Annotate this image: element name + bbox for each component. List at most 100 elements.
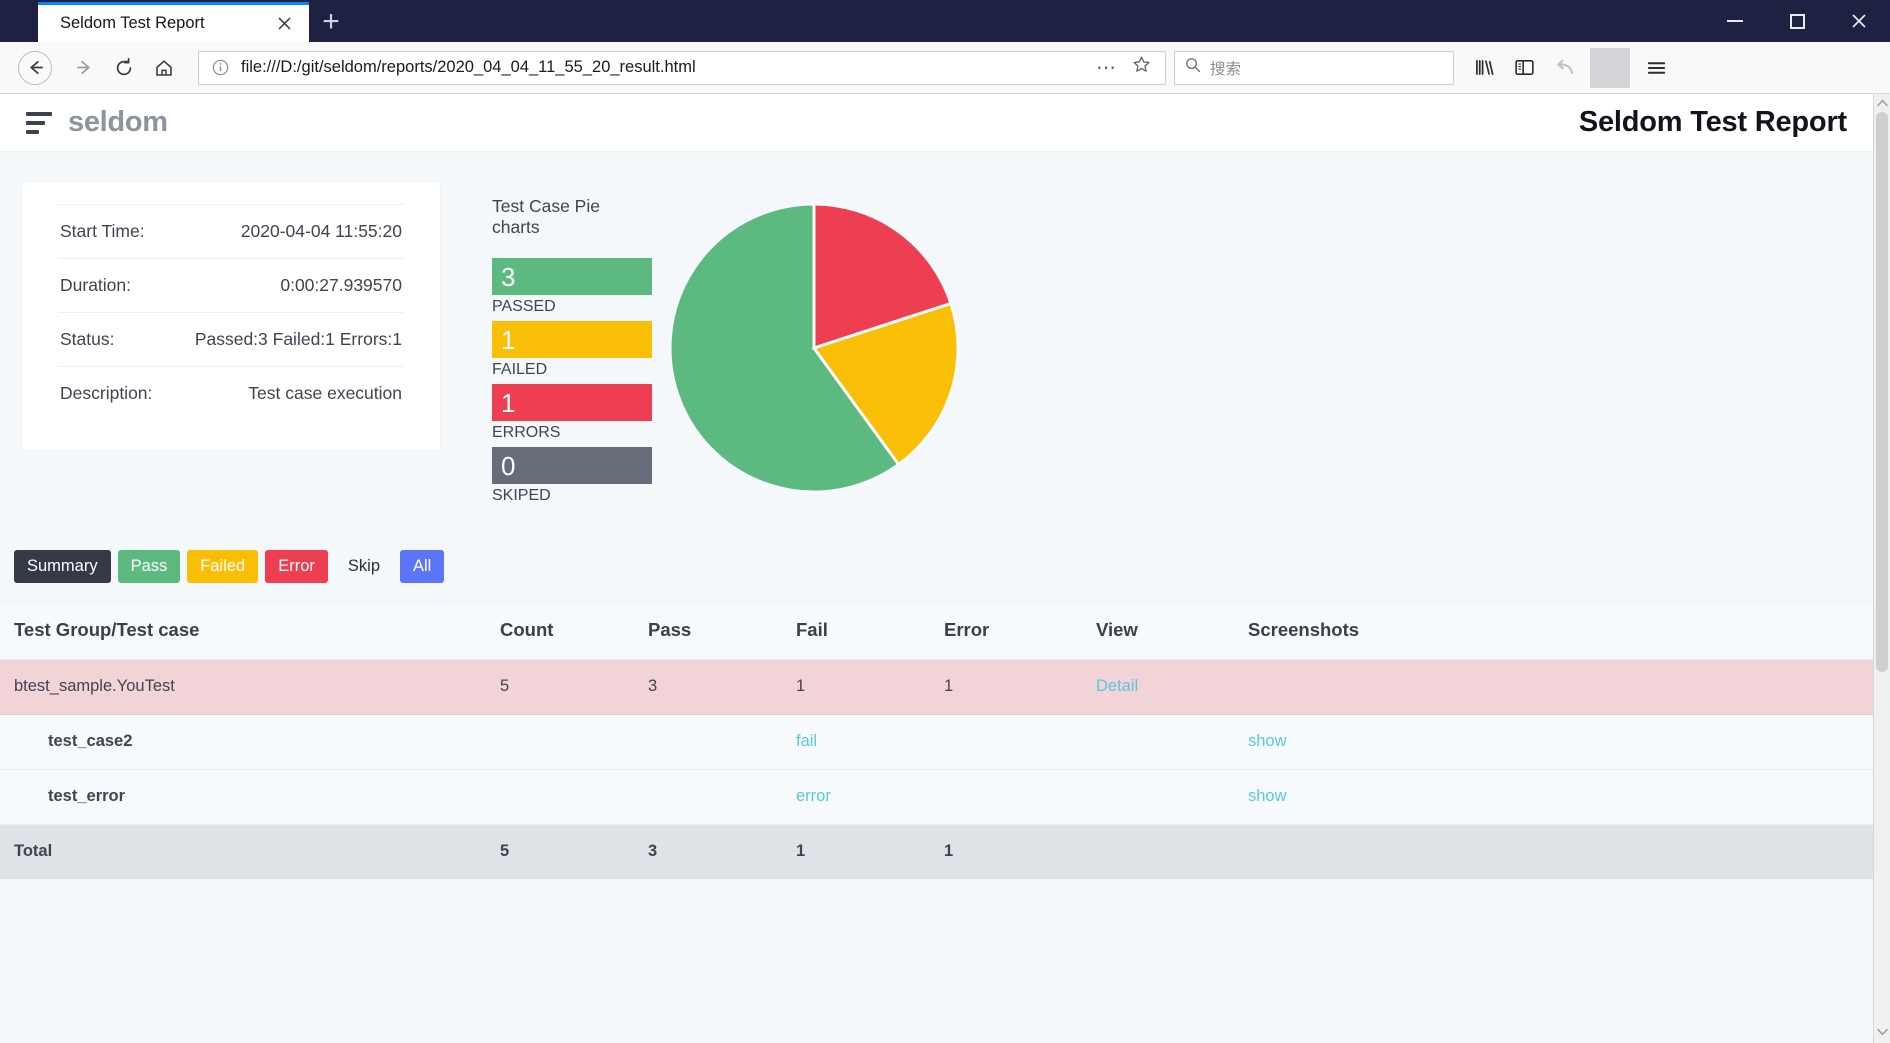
- scroll-down-arrow[interactable]: [1876, 1023, 1888, 1043]
- search-bar[interactable]: 搜索: [1174, 50, 1454, 85]
- brand[interactable]: seldom: [26, 106, 168, 139]
- stat-skiped-bar: 0: [492, 447, 652, 484]
- th-test-group[interactable]: Test Group/Test case: [0, 605, 500, 661]
- table-row[interactable]: test_case2 fail show: [0, 714, 1873, 771]
- new-tab-button[interactable]: +: [309, 2, 353, 42]
- close-window-button[interactable]: [1828, 0, 1890, 42]
- brand-name: seldom: [68, 106, 168, 138]
- cell-view: [1096, 714, 1248, 771]
- hamburger-menu-icon[interactable]: [1636, 48, 1676, 88]
- stat-errors-bar: 1: [492, 384, 652, 421]
- toolbar-divider: [1590, 47, 1630, 88]
- th-count[interactable]: Count: [500, 605, 648, 661]
- cell-view: Detail: [1096, 659, 1248, 716]
- browser-tab-active[interactable]: Seldom Test Report: [38, 2, 309, 42]
- stacked-lines-icon: [26, 111, 52, 134]
- th-screenshots[interactable]: Screenshots: [1248, 605, 1873, 661]
- th-view[interactable]: View: [1096, 605, 1248, 661]
- back-button[interactable]: [18, 50, 52, 85]
- maximize-button[interactable]: [1766, 0, 1828, 42]
- scroll-up-arrow[interactable]: [1876, 94, 1888, 114]
- show-screenshot-link[interactable]: show: [1248, 787, 1287, 805]
- forward-button[interactable]: [64, 48, 104, 88]
- show-screenshot-link[interactable]: show: [1248, 732, 1287, 750]
- info-row-start-time: Start Time: 2020-04-04 11:55:20: [58, 204, 404, 258]
- cell-test-case: test_error: [0, 769, 500, 826]
- filter-skip-button[interactable]: Skip: [335, 550, 393, 583]
- url-bar[interactable]: file:///D:/git/seldom/reports/2020_04_04…: [198, 50, 1166, 85]
- filter-failed-button[interactable]: Failed: [187, 550, 259, 584]
- cell-view: [1096, 769, 1248, 826]
- report-content: Start Time: 2020-04-04 11:55:20 Duration…: [0, 152, 1873, 880]
- reload-button[interactable]: [104, 48, 144, 88]
- table-head: Test Group/Test case Count Pass Fail Err…: [0, 605, 1873, 661]
- stat-skiped-label: SKIPED: [492, 487, 551, 504]
- scrollbar-thumb[interactable]: [1876, 112, 1888, 672]
- cell-pass: [648, 714, 796, 771]
- plus-icon: +: [322, 5, 340, 38]
- tab-title: Seldom Test Report: [60, 14, 205, 32]
- stat-passed-bar: 3: [492, 258, 652, 295]
- filter-pass-button[interactable]: Pass: [117, 550, 181, 584]
- cell-screenshots: show: [1248, 714, 1873, 771]
- info-value: Test case execution: [248, 383, 402, 403]
- home-button[interactable]: [144, 48, 184, 88]
- info-row-description: Description: Test case execution: [58, 366, 404, 420]
- cell-pass: [648, 769, 796, 826]
- stat-skiped: 0 SKIPED: [492, 447, 652, 510]
- cell-total-count: 5: [500, 824, 648, 880]
- browser-window: Seldom Test Report + file:///D:/git/seld…: [0, 0, 1890, 1043]
- cell-error: [944, 714, 1096, 771]
- info-circle-icon[interactable]: [207, 55, 233, 81]
- error-status-link[interactable]: error: [796, 787, 831, 805]
- results-table: Test Group/Test case Count Pass Fail Err…: [0, 605, 1873, 880]
- stat-passed: 3 PASSED: [492, 258, 652, 321]
- cell-count: 5: [500, 659, 648, 716]
- fail-status-link[interactable]: fail: [796, 732, 817, 750]
- search-input[interactable]: 搜索: [1210, 57, 1241, 79]
- summary-area: Start Time: 2020-04-04 11:55:20 Duration…: [0, 152, 1873, 510]
- filter-error-button[interactable]: Error: [265, 550, 328, 584]
- pie-chart-caption: Test Case Pie charts: [492, 196, 600, 237]
- page-scrollbar[interactable]: [1873, 94, 1890, 1043]
- table-row[interactable]: test_error error show: [0, 769, 1873, 826]
- close-icon[interactable]: [273, 13, 295, 35]
- cell-error: 1: [944, 659, 1096, 716]
- th-fail[interactable]: Fail: [796, 605, 944, 661]
- filter-all-button[interactable]: All: [400, 550, 445, 584]
- stat-failed-label: FAILED: [492, 361, 548, 378]
- stat-failed: 1 FAILED: [492, 321, 652, 384]
- stat-passed-value: 3: [501, 261, 516, 292]
- cell-test-group: btest_sample.YouTest: [0, 659, 500, 716]
- th-error[interactable]: Error: [944, 605, 1096, 661]
- library-icon[interactable]: [1464, 48, 1504, 88]
- pie-legend: Test Case Pie charts 3 PASSED 1 FAILED 1…: [492, 196, 652, 510]
- detail-link[interactable]: Detail: [1096, 677, 1138, 695]
- cell-total-pass: 3: [648, 824, 796, 880]
- pie-chart-svg: [668, 202, 960, 494]
- sidebar-icon[interactable]: [1504, 48, 1544, 88]
- minimize-button[interactable]: [1704, 0, 1766, 42]
- browser-titlebar: Seldom Test Report +: [0, 0, 1890, 42]
- pie-chart[interactable]: [666, 200, 962, 510]
- table-row[interactable]: btest_sample.YouTest 5 3 1 1 Detail: [0, 659, 1873, 716]
- cell-screenshots: [1248, 659, 1873, 716]
- info-row-duration: Duration: 0:00:27.939570: [58, 258, 404, 312]
- cell-count: [500, 769, 648, 826]
- filter-summary-button[interactable]: Summary: [14, 550, 111, 584]
- pie-chart-area: Test Case Pie charts 3 PASSED 1 FAILED 1…: [440, 182, 962, 510]
- stat-failed-bar: 1: [492, 321, 652, 358]
- stat-errors: 1 ERRORS: [492, 384, 652, 447]
- cell-test-case: test_case2: [0, 714, 500, 771]
- cell-total-fail: 1: [796, 824, 944, 880]
- ellipsis-icon[interactable]: ⋯: [1088, 58, 1126, 78]
- undo-arrow-icon[interactable]: [1544, 48, 1584, 88]
- stat-passed-label: PASSED: [492, 298, 556, 315]
- filter-button-group: Summary Pass Failed Error Skip All: [0, 510, 1873, 584]
- cell-error: [944, 769, 1096, 826]
- info-value: 2020-04-04 11:55:20: [240, 221, 402, 241]
- th-pass[interactable]: Pass: [648, 605, 796, 661]
- star-icon[interactable]: [1126, 55, 1157, 80]
- info-value: Passed:3 Failed:1 Errors:1: [194, 329, 402, 349]
- page-area: seldom Seldom Test Report Start Time: 20…: [0, 94, 1890, 1043]
